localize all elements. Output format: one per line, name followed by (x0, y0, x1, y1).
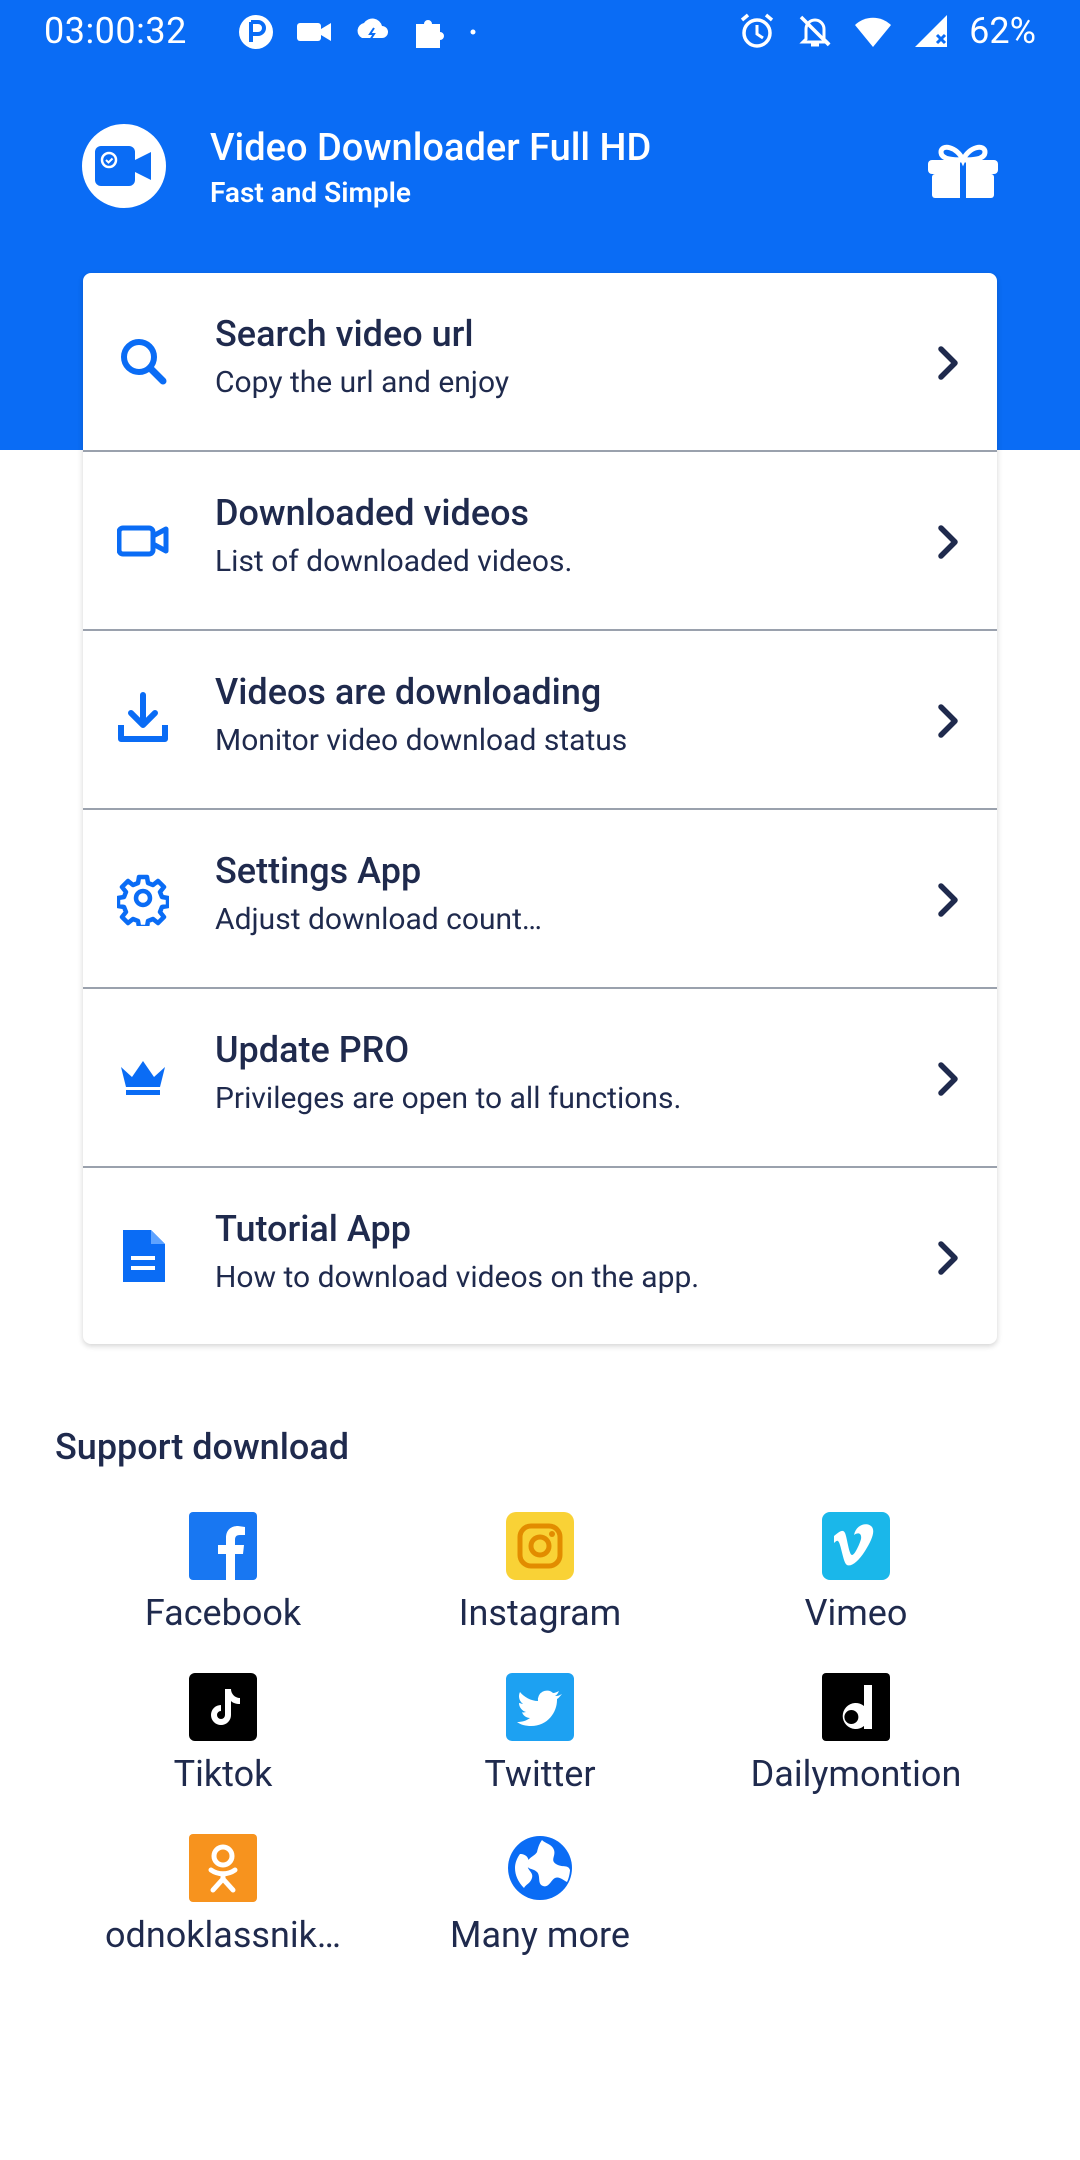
vimeo-icon (822, 1512, 890, 1580)
instagram-icon (506, 1512, 574, 1580)
download-icon (118, 692, 168, 742)
chevron-right-icon (938, 1062, 958, 1096)
menu-item-title: Downloaded videos (215, 492, 530, 534)
menu-item-title: Search video url (215, 313, 474, 355)
puzzle-icon (416, 20, 444, 48)
menu-item-title: Videos are downloading (215, 671, 602, 713)
odnoklassniki-icon (189, 1834, 257, 1902)
notification-icons (236, 12, 488, 52)
battery-percent: 62% (969, 10, 1036, 52)
chevron-right-icon (938, 525, 958, 559)
status-right-icons: 62% (737, 10, 1036, 52)
chevron-right-icon (938, 1241, 958, 1275)
status-bar: 03:00:32 62% (0, 0, 1080, 68)
platform-tiktok[interactable]: Tiktok (73, 1673, 373, 1795)
cloud-icon (357, 18, 388, 41)
video-camera-icon (117, 525, 169, 557)
chevron-right-icon (938, 704, 958, 738)
wifi-icon (855, 17, 892, 47)
alarm-icon (741, 13, 774, 48)
menu-item-settings-app[interactable]: Settings App Adjust download count… (83, 810, 997, 989)
platform-facebook[interactable]: Facebook (73, 1512, 373, 1634)
app-p-icon (239, 15, 273, 49)
platform-label: Twitter (484, 1753, 596, 1795)
menu-item-subtitle: Copy the url and enjoy (215, 365, 510, 400)
menu-item-subtitle: Privileges are open to all functions. (215, 1081, 682, 1116)
crown-icon (121, 1061, 165, 1095)
chevron-right-icon (938, 883, 958, 917)
twitter-icon (506, 1673, 574, 1741)
platform-label: Instagram (458, 1592, 622, 1634)
platform-dailymotion[interactable]: Dailymontion (706, 1673, 1006, 1795)
menu-item-downloaded-videos[interactable]: Downloaded videos List of downloaded vid… (83, 452, 997, 631)
menu-item-videos-downloading[interactable]: Videos are downloading Monitor video dow… (83, 631, 997, 810)
menu-item-search-video-url[interactable]: Search video url Copy the url and enjoy (83, 273, 997, 452)
signal-icon (915, 15, 948, 47)
platform-label: Vimeo (804, 1592, 908, 1634)
status-time: 03:00:32 (44, 10, 187, 52)
platform-twitter[interactable]: Twitter (390, 1673, 690, 1795)
platform-vimeo[interactable]: Vimeo (706, 1512, 1006, 1634)
tiktok-icon (189, 1673, 257, 1741)
platform-many-more[interactable]: Many more (390, 1834, 690, 1956)
dailymotion-icon (822, 1673, 890, 1741)
app-logo (82, 124, 166, 208)
app-subtitle: Fast and Simple (210, 176, 411, 209)
globe-icon (508, 1836, 572, 1900)
platform-label: Facebook (144, 1592, 302, 1634)
platform-label: Dailymontion (750, 1753, 962, 1795)
document-icon (123, 1230, 165, 1282)
support-download-title: Support download (55, 1426, 350, 1468)
menu-item-subtitle: List of downloaded videos. (215, 544, 573, 579)
app-title: Video Downloader Full HD (210, 126, 652, 170)
platform-label: odnoklassnik… (105, 1914, 341, 1956)
platform-label: Tiktok (173, 1753, 273, 1795)
platform-label: Many more (450, 1914, 630, 1956)
menu-item-subtitle: Adjust download count… (215, 902, 542, 937)
menu-item-title: Tutorial App (215, 1208, 411, 1250)
platform-odnoklassniki[interactable]: odnoklassnik… (73, 1834, 373, 1956)
mute-bell-icon (799, 15, 831, 47)
platform-instagram[interactable]: Instagram (390, 1512, 690, 1634)
app-logo-icon (95, 146, 151, 186)
gear-icon (117, 874, 169, 926)
menu-item-title: Update PRO (215, 1029, 410, 1071)
search-icon (121, 339, 167, 385)
dot-icon (470, 29, 476, 35)
video-camera-status-icon (297, 23, 331, 41)
menu-card: Search video url Copy the url and enjoy … (83, 273, 997, 1344)
menu-item-title: Settings App (215, 850, 422, 892)
gift-icon[interactable] (926, 138, 1000, 200)
menu-item-subtitle: Monitor video download status (215, 723, 628, 758)
menu-item-update-pro[interactable]: Update PRO Privileges are open to all fu… (83, 989, 997, 1168)
menu-item-subtitle: How to download videos on the app. (215, 1260, 700, 1295)
chevron-right-icon (938, 346, 958, 380)
menu-item-tutorial-app[interactable]: Tutorial App How to download videos on t… (83, 1168, 997, 1344)
facebook-icon (189, 1512, 257, 1580)
